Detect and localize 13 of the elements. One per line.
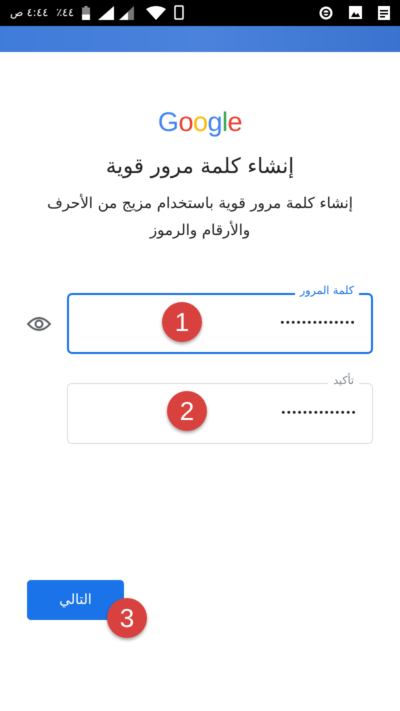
battery-percent: ٪٤٤ [56, 4, 74, 21]
image-icon [349, 4, 362, 22]
browser-icon [319, 4, 333, 22]
field-label: كلمة المرور [294, 283, 359, 300]
wifi-icon [146, 4, 166, 22]
status-time: ٤:٤٤ ص [10, 4, 48, 21]
page-title: إنشاء كلمة مرور قوية [106, 152, 294, 180]
google-logo: Google [158, 106, 242, 139]
step-marker: 3 [107, 598, 147, 638]
subtitle: إنشاء كلمة مرور قوية باستخدام مزيج من الأحرف والأرقام والرموز [46, 192, 354, 241]
battery-icon [82, 4, 90, 22]
notes-icon [378, 4, 390, 22]
phone-icon [174, 4, 184, 22]
